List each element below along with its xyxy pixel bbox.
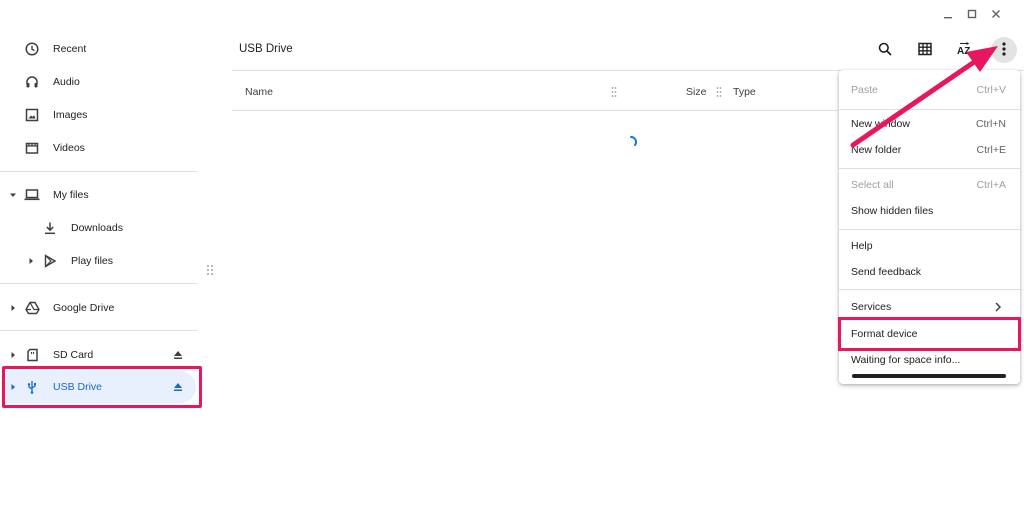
sidebar-item-google-drive[interactable]: Google Drive (0, 292, 196, 324)
headphones-icon (24, 74, 40, 90)
sidebar-item-recent[interactable]: Recent (0, 33, 196, 65)
minimize-icon[interactable] (936, 4, 960, 24)
menu-item-services[interactable]: Services (839, 295, 1020, 319)
column-header-size[interactable]: Size (686, 86, 706, 98)
grid-view-icon (918, 42, 932, 59)
search-icon (878, 42, 892, 59)
menu-item-label: Select all (851, 179, 894, 191)
page-title: USB Drive (239, 43, 293, 55)
menu-item-paste[interactable]: Paste Ctrl+V (839, 78, 1020, 102)
menu-item-new-folder[interactable]: New folder Ctrl+E (839, 138, 1020, 162)
menu-item-label: New folder (851, 144, 902, 156)
more-vert-icon (1002, 41, 1006, 59)
window-controls (936, 4, 1008, 24)
loading-spinner-icon (624, 135, 638, 149)
shortcut-label: Ctrl+E (976, 144, 1006, 156)
sort-az-icon: AZ (956, 41, 974, 59)
highlight-usb-drive (2, 366, 202, 408)
menu-item-label: Send feedback (851, 266, 922, 278)
chevron-right-icon[interactable] (27, 257, 35, 265)
svg-text:AZ: AZ (957, 46, 970, 56)
chevron-down-icon[interactable] (9, 191, 17, 199)
grid-view-button[interactable] (912, 37, 938, 63)
close-icon[interactable] (984, 4, 1008, 24)
chevron-right-icon[interactable] (9, 351, 17, 359)
sort-button[interactable]: AZ (952, 37, 978, 63)
menu-item-help[interactable]: Help (839, 234, 1020, 258)
sidebar-item-label: Images (53, 109, 88, 121)
sd-card-icon (24, 347, 40, 363)
resize-handle[interactable] (206, 264, 214, 276)
sidebar-item-label: Play files (71, 255, 114, 267)
search-button[interactable] (872, 37, 898, 63)
menu-item-label: Help (851, 240, 873, 252)
sidebar-item-label: Downloads (71, 222, 123, 234)
sidebar-item-label: SD Card (53, 349, 94, 361)
google-drive-icon (24, 300, 40, 316)
sidebar-item-downloads[interactable]: Downloads (0, 212, 196, 244)
image-icon (24, 107, 40, 123)
download-icon (42, 220, 58, 236)
play-store-icon (42, 253, 58, 269)
sidebar-item-label: Google Drive (53, 302, 115, 314)
sidebar: Recent Audio Images Videos My files Down… (0, 30, 200, 513)
shortcut-label: Ctrl+A (976, 179, 1006, 191)
menu-item-label: New window (851, 118, 910, 130)
sidebar-item-videos[interactable]: Videos (0, 132, 196, 164)
menu-item-send-feedback[interactable]: Send feedback (839, 260, 1020, 284)
divider (0, 283, 197, 284)
more-options-button[interactable] (991, 37, 1017, 63)
column-resize-handle[interactable] (611, 86, 617, 98)
laptop-icon (24, 187, 40, 203)
shortcut-label: Ctrl+N (975, 118, 1006, 130)
menu-item-new-window[interactable]: New window Ctrl+N (839, 112, 1020, 136)
eject-icon[interactable] (172, 349, 184, 361)
menu-item-label: Waiting for space info... (851, 354, 961, 366)
sidebar-item-play-files[interactable]: Play files (0, 245, 196, 277)
menu-item-space-info: Waiting for space info... (839, 348, 1020, 372)
sidebar-item-label: Recent (53, 43, 87, 55)
film-icon (24, 140, 40, 156)
menu-divider (839, 168, 1020, 169)
menu-item-label: Show hidden files (851, 205, 934, 217)
divider (0, 330, 197, 331)
space-usage-bar (852, 374, 1006, 378)
menu-divider (839, 289, 1020, 290)
column-header-name[interactable]: Name (245, 86, 273, 98)
menu-item-label: Services (851, 301, 892, 313)
chevron-right-icon (994, 302, 1002, 312)
menu-item-label: Paste (851, 84, 878, 96)
column-header-type[interactable]: Type (733, 86, 756, 98)
sidebar-item-label: Videos (53, 142, 85, 154)
clock-icon (24, 41, 40, 57)
menu-divider (839, 109, 1020, 110)
column-resize-handle[interactable] (716, 86, 722, 98)
menu-divider (839, 229, 1020, 230)
sidebar-item-label: Audio (53, 76, 80, 88)
highlight-format-device (838, 317, 1021, 351)
divider (0, 171, 197, 172)
chevron-right-icon[interactable] (9, 304, 17, 312)
shortcut-label: Ctrl+V (976, 84, 1006, 96)
sidebar-item-my-files[interactable]: My files (0, 179, 196, 211)
sidebar-item-label: My files (53, 189, 89, 201)
table-divider (232, 110, 838, 111)
menu-item-select-all[interactable]: Select all Ctrl+A (839, 173, 1020, 197)
maximize-icon[interactable] (960, 4, 984, 24)
sidebar-item-images[interactable]: Images (0, 99, 196, 131)
menu-item-show-hidden-files[interactable]: Show hidden files (839, 199, 1020, 223)
sidebar-item-audio[interactable]: Audio (0, 66, 196, 98)
